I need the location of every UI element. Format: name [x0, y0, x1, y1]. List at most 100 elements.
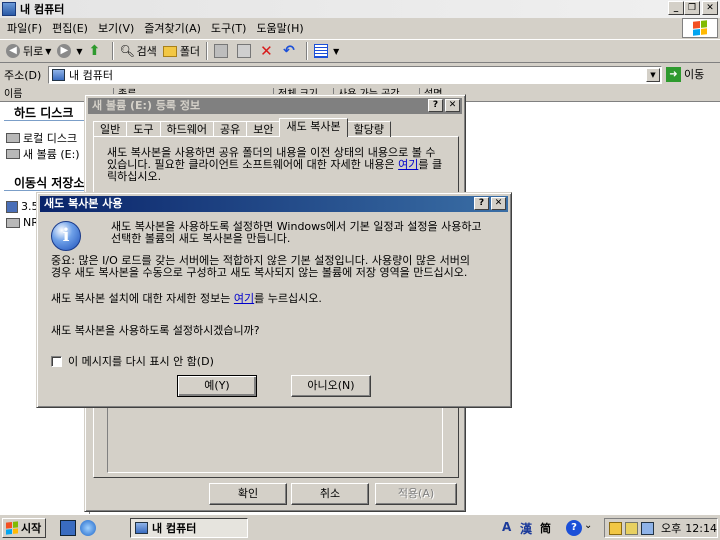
- confirm-warning-2: 경우 새도 복사본을 수동으로 구성하고 새도 복사되지 않는 볼륨에 저장 영…: [51, 266, 468, 279]
- windows-logo: [682, 18, 718, 38]
- explorer-titlebar[interactable]: 내 컴퓨터 _ ❐ ✕: [0, 0, 720, 18]
- list-item[interactable]: 새 볼륨 (E:): [6, 146, 80, 162]
- toolbar: ◀ 뒤로 ▼ ▶ ▼ ⬆ 🔍︎ 검색 폴더 ✕ ↶ ▼: [0, 39, 720, 63]
- close-button[interactable]: ✕: [491, 197, 506, 210]
- shadow-copy-info-link[interactable]: 여기: [234, 292, 254, 305]
- back-button[interactable]: ◀ 뒤로 ▼: [3, 41, 54, 61]
- cd-drive-icon: [6, 217, 20, 228]
- ime-hanja-indicator[interactable]: 漢: [520, 520, 532, 537]
- address-dropdown[interactable]: ▼: [646, 68, 660, 82]
- move-to-button[interactable]: [211, 41, 234, 61]
- shadow-copy-confirm-dialog: 새도 복사본 사용 ? ✕ i 새도 복사본을 사용하도록 설정하면 Windo…: [36, 192, 512, 408]
- floppy-icon: [6, 200, 18, 213]
- ime-char-indicator[interactable]: 简: [540, 520, 551, 536]
- menu-help[interactable]: 도움말(H): [251, 20, 308, 36]
- menu-file[interactable]: 파일(F): [2, 20, 47, 36]
- views-button[interactable]: ▼: [311, 41, 342, 61]
- confirm-info: 새도 복사본 설치에 대한 자세한 정보는 여기를 누르십시오.: [51, 292, 322, 305]
- tab-strip: 일반 도구 하드웨어 공유 보안 새도 복사본 할당량: [93, 118, 391, 137]
- close-button[interactable]: ✕: [702, 1, 718, 15]
- delete-button[interactable]: ✕: [257, 41, 280, 61]
- search-button[interactable]: 🔍︎ 검색: [117, 41, 160, 61]
- properties-title: 새 볼륨 (E:) 등록 정보: [92, 99, 201, 112]
- undo-button[interactable]: ↶: [280, 41, 303, 61]
- my-computer-icon: [2, 2, 16, 16]
- address-input[interactable]: 내 컴퓨터 ▼: [48, 66, 662, 84]
- confirm-titlebar[interactable]: 새도 복사본 사용 ? ✕: [40, 196, 508, 212]
- confirm-title: 새도 복사본 사용: [44, 197, 123, 210]
- up-button[interactable]: ⬆: [86, 41, 109, 61]
- windows-flag-icon: [693, 20, 707, 36]
- tab-tools[interactable]: 도구: [126, 121, 161, 137]
- explorer-title: 내 컴퓨터: [20, 3, 65, 16]
- search-icon: 🔍︎: [119, 44, 135, 58]
- help-button[interactable]: ?: [474, 197, 489, 210]
- delete-icon: ✕: [260, 42, 273, 60]
- help-button[interactable]: ?: [428, 99, 443, 112]
- clock-ampm: 오후: [661, 522, 682, 535]
- system-tray: 오후 12:14: [604, 518, 718, 538]
- tab-sharing[interactable]: 공유: [212, 121, 248, 137]
- menu-bar: 파일(F) 편집(E) 보기(V) 즐겨찾기(A) 도구(T) 도움말(H): [0, 18, 720, 38]
- list-item[interactable]: 로컬 디스크: [6, 130, 77, 146]
- apply-button[interactable]: 적용(A): [375, 483, 457, 505]
- taskbar: 시작 내 컴퓨터 A 漢 简 ? ⌄ 오후 12:14: [0, 514, 720, 540]
- help-icon[interactable]: ?: [566, 520, 582, 536]
- forward-button[interactable]: ▶ ▼: [54, 41, 85, 61]
- my-computer-icon: [135, 522, 148, 534]
- close-button[interactable]: ✕: [445, 99, 460, 112]
- properties-titlebar[interactable]: 새 볼륨 (E:) 등록 정보 ? ✕: [88, 98, 462, 114]
- tab-shadow-copies[interactable]: 새도 복사본: [279, 118, 348, 137]
- clock-time[interactable]: 12:14: [685, 522, 717, 535]
- client-info-link[interactable]: 여기: [398, 158, 418, 171]
- back-icon: ◀: [6, 44, 20, 58]
- checkbox-box[interactable]: [51, 355, 62, 367]
- list-item[interactable]: 3.5: [6, 200, 39, 213]
- show-desktop-icon[interactable]: [60, 520, 76, 536]
- move-icon: [214, 44, 229, 58]
- folders-button[interactable]: 폴더: [160, 41, 203, 61]
- ok-button[interactable]: 확인: [209, 483, 287, 505]
- windows-flag-icon: [6, 521, 18, 535]
- menu-view[interactable]: 보기(V): [93, 20, 139, 36]
- tab-hardware[interactable]: 하드웨어: [159, 121, 214, 137]
- network-icon[interactable]: [641, 521, 654, 535]
- go-button[interactable]: ➜ 이동: [666, 66, 704, 82]
- minimize-button[interactable]: _: [668, 1, 684, 15]
- ime-options-icon[interactable]: ⌄: [584, 520, 600, 536]
- alert-icon[interactable]: [625, 521, 638, 535]
- drive-icon: [6, 149, 20, 159]
- copy-to-button[interactable]: [234, 41, 257, 61]
- folders-icon: [162, 45, 177, 57]
- go-arrow-icon: ➜: [666, 66, 681, 82]
- restore-button[interactable]: ❐: [684, 1, 700, 15]
- up-folder-icon: ⬆: [88, 43, 101, 59]
- forward-icon: ▶: [57, 44, 72, 58]
- undo-icon: ↶: [283, 43, 295, 59]
- ime-mode-indicator[interactable]: A: [502, 520, 511, 534]
- drive-icon: [6, 133, 20, 143]
- shadow-copy-description: 새도 복사본을 사용하면 공유 폴더의 내용을 이전 상태의 내용으로 볼 수 …: [107, 146, 443, 183]
- internet-explorer-icon[interactable]: [80, 520, 96, 536]
- menu-edit[interactable]: 편집(E): [47, 20, 93, 36]
- address-bar: 주소(D) 내 컴퓨터 ▼ ➜ 이동: [0, 64, 720, 86]
- tab-security[interactable]: 보안: [246, 121, 281, 137]
- info-icon: i: [51, 221, 81, 251]
- my-computer-icon: [52, 69, 65, 81]
- dont-show-again-checkbox[interactable]: 이 메시지를 다시 표시 안 함(D): [51, 353, 214, 369]
- tab-quota[interactable]: 할당량: [346, 121, 391, 137]
- list-item[interactable]: NR: [6, 216, 39, 229]
- taskbar-item-my-computer[interactable]: 내 컴퓨터: [130, 518, 248, 538]
- menu-tools[interactable]: 도구(T): [206, 20, 252, 36]
- confirm-question: 새도 복사본을 사용하도록 설정하시겠습니까?: [51, 324, 260, 337]
- no-button[interactable]: 아니오(N): [291, 375, 371, 397]
- views-icon: [314, 44, 329, 58]
- yes-button[interactable]: 예(Y): [177, 375, 257, 397]
- confirm-line-2: 선택한 볼륨의 새도 복사본을 만듭니다.: [111, 232, 291, 245]
- security-shield-icon[interactable]: [609, 521, 622, 535]
- start-button[interactable]: 시작: [2, 518, 46, 538]
- menu-favorites[interactable]: 즐겨찾기(A): [139, 20, 206, 36]
- address-label: 주소(D): [4, 69, 42, 82]
- tab-general[interactable]: 일반: [93, 121, 128, 137]
- cancel-button[interactable]: 취소: [291, 483, 369, 505]
